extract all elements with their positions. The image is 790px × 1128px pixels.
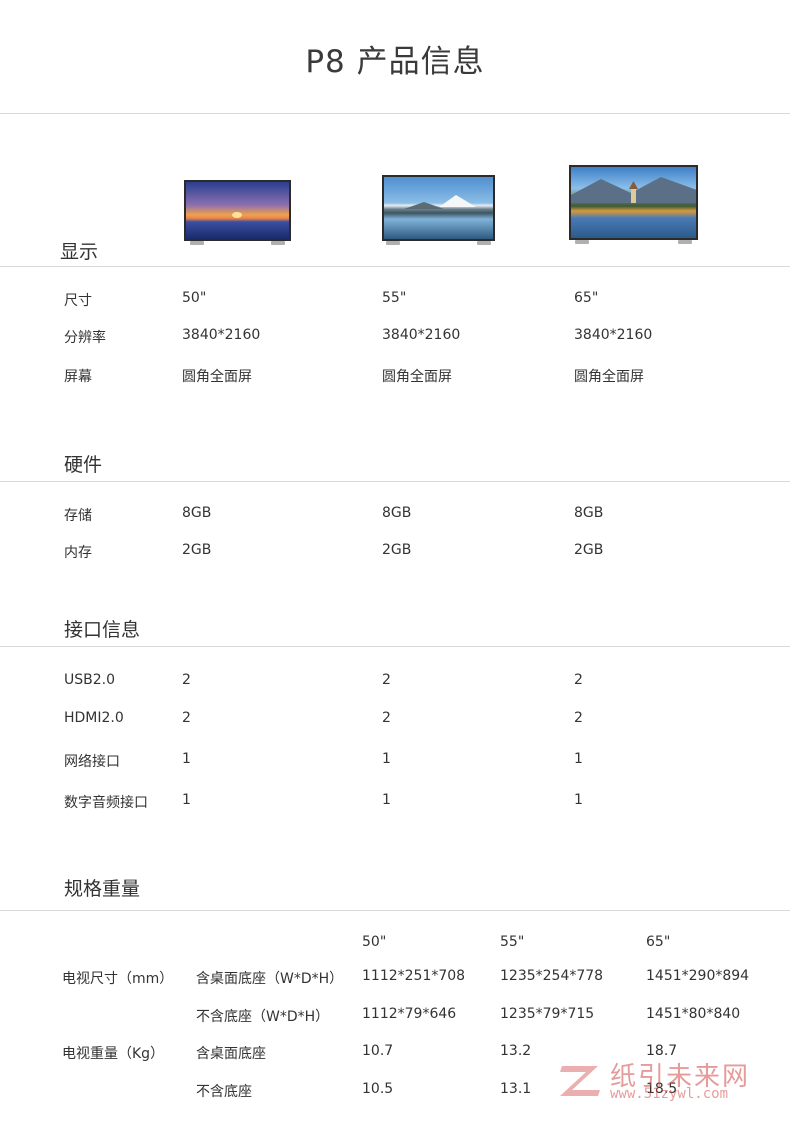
section-hardware-heading: 硬件 <box>64 454 103 476</box>
hardware-label: 存储 <box>64 508 92 524</box>
spec-value: 1112*251*708 <box>362 968 466 984</box>
display-value: 圆角全面屏 <box>574 369 644 385</box>
interface-value: 2 <box>182 710 191 726</box>
hardware-value: 8GB <box>382 505 412 521</box>
display-value: 3840*2160 <box>382 327 461 343</box>
interface-value: 2 <box>382 710 391 726</box>
display-value: 圆角全面屏 <box>382 369 452 385</box>
interface-value: 2 <box>574 710 583 726</box>
interface-label: USB2.0 <box>64 672 116 688</box>
interface-value: 1 <box>182 792 191 808</box>
section-display-heading: 显示 <box>60 241 99 263</box>
display-label: 分辨率 <box>64 330 106 346</box>
display-value: 圆角全面屏 <box>182 369 252 385</box>
spec-size-header: 50" <box>362 934 387 950</box>
section-spec-divider <box>0 910 790 911</box>
watermark-logo-icon <box>560 1066 600 1096</box>
spec-value: 13.1 <box>500 1081 532 1097</box>
watermark: 纸引未来网 www.51zywl.com <box>558 1056 778 1106</box>
section-interface-heading: 接口信息 <box>64 619 141 641</box>
tv-image-55 <box>382 175 495 248</box>
display-value: 65" <box>574 290 599 306</box>
display-value: 50" <box>182 290 207 306</box>
spec-value: 10.7 <box>362 1043 394 1059</box>
spec-size-header: 55" <box>500 934 525 950</box>
title-divider <box>0 113 790 114</box>
interface-value: 2 <box>182 672 191 688</box>
spec-value: 10.5 <box>362 1081 394 1097</box>
interface-value: 1 <box>182 751 191 767</box>
hardware-value: 2GB <box>182 542 212 558</box>
hardware-value: 8GB <box>182 505 212 521</box>
section-hardware-divider <box>0 481 790 482</box>
interface-label: HDMI2.0 <box>64 710 124 726</box>
hardware-label: 内存 <box>64 545 92 561</box>
interface-value: 2 <box>574 672 583 688</box>
page-title: P8 产品信息 <box>305 44 485 80</box>
spec-row-label: 不含底座（W*D*H） <box>196 1009 330 1025</box>
tv-image-65 <box>569 165 698 247</box>
watermark-url: www.51zywl.com <box>610 1086 729 1102</box>
spec-value: 1451*290*894 <box>646 968 750 984</box>
interface-label: 数字音频接口 <box>64 795 148 811</box>
display-value: 55" <box>382 290 407 306</box>
interface-label: 网络接口 <box>64 754 120 770</box>
section-display-divider <box>0 266 790 267</box>
spec-value: 1235*79*715 <box>500 1006 595 1022</box>
hardware-value: 8GB <box>574 505 604 521</box>
display-label: 屏幕 <box>64 369 92 385</box>
spec-row-label: 不含底座 <box>196 1084 252 1100</box>
display-value: 3840*2160 <box>574 327 653 343</box>
spec-value: 1451*80*840 <box>646 1006 741 1022</box>
interface-value: 1 <box>382 792 391 808</box>
spec-value: 13.2 <box>500 1043 532 1059</box>
hardware-value: 2GB <box>382 542 412 558</box>
display-label: 尺寸 <box>64 293 92 309</box>
spec-row-label: 含桌面底座 <box>196 1046 266 1062</box>
spec-size-header: 65" <box>646 934 671 950</box>
spec-value: 1112*79*646 <box>362 1006 457 1022</box>
interface-value: 1 <box>574 792 583 808</box>
spec-row-label: 含桌面底座（W*D*H） <box>196 971 344 987</box>
interface-value: 2 <box>382 672 391 688</box>
section-spec-heading: 规格重量 <box>64 878 141 900</box>
interface-value: 1 <box>574 751 583 767</box>
section-interface-divider <box>0 646 790 647</box>
display-value: 3840*2160 <box>182 327 261 343</box>
tv-image-50 <box>184 180 291 248</box>
interface-value: 1 <box>382 751 391 767</box>
spec-group-weight-label: 电视重量（Kg） <box>62 1046 165 1062</box>
hardware-value: 2GB <box>574 542 604 558</box>
spec-value: 1235*254*778 <box>500 968 604 984</box>
spec-group-size-label: 电视尺寸（mm） <box>62 971 174 987</box>
